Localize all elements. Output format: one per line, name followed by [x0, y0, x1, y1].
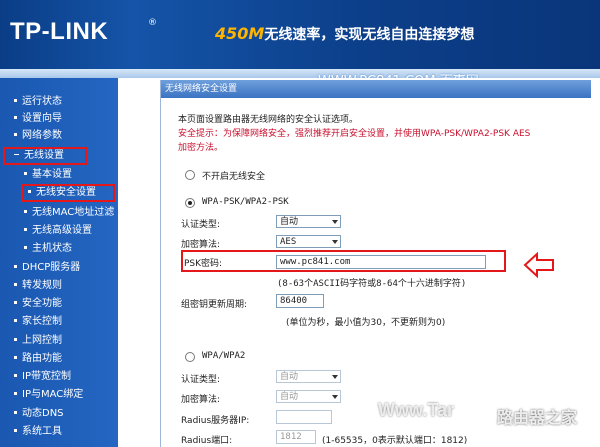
- tp-link-logo: TP-LINK: [10, 18, 109, 45]
- sidebar-item-access-control[interactable]: 上网控制: [0, 333, 118, 349]
- rekey-input[interactable]: 86400: [276, 294, 324, 308]
- auth-type-label: 认证类型:: [181, 220, 221, 230]
- chevron-down-icon: [332, 240, 338, 244]
- sidebar-item-routing[interactable]: 路由功能: [0, 351, 118, 367]
- sidebar-item-bandwidth[interactable]: IP带宽控制: [0, 369, 118, 385]
- bullet-icon: [14, 391, 17, 395]
- sidebar-item-parental[interactable]: 家长控制: [0, 314, 118, 330]
- wpa-auth-select[interactable]: 自动: [276, 370, 341, 383]
- sidebar-item-ddns[interactable]: 动态DNS: [0, 406, 118, 422]
- sidebar-item-wireless-security[interactable]: 无线安全设置: [21, 184, 115, 202]
- bullet-icon: [24, 171, 27, 175]
- bullet-icon: [14, 428, 17, 432]
- sidebar-item-wizard[interactable]: 设置向导: [0, 111, 118, 127]
- registered-mark: ®: [148, 18, 157, 28]
- security-warning: 安全提示：为保障网络安全，强烈推荐开启安全设置，并使用WPA-PSK/WPA2-…: [178, 129, 531, 139]
- radius-port-hint: (1-65535，0表示默认端口：1812): [322, 436, 468, 446]
- radio-no-security-label: 不开启无线安全: [202, 172, 266, 182]
- auth-type-select[interactable]: 自动: [276, 215, 341, 228]
- banner-speed: 450M: [215, 24, 265, 43]
- sidebar-item-wireless-mac-filter[interactable]: 无线MAC地址过滤: [0, 205, 118, 221]
- banner-text: 无线速率，实现无线自由连接梦想: [264, 27, 475, 43]
- sidebar-item-forwarding[interactable]: 转发规则: [0, 278, 118, 294]
- intro-text: 本页面设置路由器无线网络的安全认证选项。: [178, 115, 359, 125]
- psk-label: PSK密码:: [184, 259, 223, 269]
- header-stripe: [0, 69, 600, 78]
- arrow-left-icon: [523, 252, 554, 278]
- radius-port-input[interactable]: 1812: [276, 430, 316, 444]
- encryption-label: 加密算法:: [181, 240, 221, 250]
- sidebar-item-wireless[interactable]: 无线设置: [3, 147, 87, 165]
- bullet-icon: [14, 98, 17, 102]
- security-warning-cont: 加密方法。: [178, 143, 224, 153]
- bullet-icon: [14, 410, 17, 414]
- chevron-down-icon: [332, 395, 338, 399]
- bullet-icon: [14, 373, 17, 377]
- sidebar-item-status[interactable]: 运行状态: [0, 94, 118, 110]
- bullet-icon: [14, 282, 17, 286]
- rekey-hint: (单位为秒，最小值为30，不更新则为0): [286, 318, 446, 328]
- sidebar-item-ip-mac-binding[interactable]: IP与MAC绑定: [0, 387, 118, 403]
- page-title: 无线网络安全设置: [161, 80, 591, 98]
- bullet-icon: [14, 337, 17, 341]
- encryption-select[interactable]: AES: [276, 235, 341, 248]
- chevron-down-icon: [332, 375, 338, 379]
- watermark-bottom-cn: 路由器之家: [497, 408, 578, 427]
- radius-port-label: Radius端口:: [181, 436, 233, 446]
- header-slogan: 450M无线速率，实现无线自由连接梦想: [205, 22, 484, 46]
- sidebar-item-security[interactable]: 安全功能: [0, 296, 118, 312]
- radio-wpa[interactable]: [185, 352, 195, 362]
- radio-wpa-label: WPA/WPA2: [202, 351, 246, 361]
- bullet-icon: [14, 300, 17, 304]
- sidebar-item-network[interactable]: 网络参数: [0, 128, 118, 144]
- bullet-icon: [24, 245, 27, 249]
- wpa-enc-label: 加密算法:: [181, 395, 221, 405]
- sidebar-item-host-status[interactable]: 主机状态: [0, 241, 118, 257]
- bullet-icon: [14, 264, 17, 268]
- bullet-icon: [14, 115, 17, 119]
- sidebar-item-dhcp[interactable]: DHCP服务器: [0, 260, 118, 276]
- bullet-icon: [24, 209, 27, 213]
- bullet-icon: [28, 189, 31, 193]
- wpa-auth-label: 认证类型:: [181, 375, 221, 385]
- psk-hint: (8-63个ASCII码字符或8-64个十六进制字符): [277, 279, 467, 289]
- watermark-bottom: Www.Tar: [378, 400, 454, 420]
- bullet-icon: [14, 355, 17, 359]
- header-banner: TP-LINK ® 450M无线速率，实现无线自由连接梦想 WWW.PC841.…: [0, 0, 600, 78]
- sidebar-item-wireless-basic[interactable]: 基本设置: [0, 167, 118, 183]
- site-watermark: WWW.PC841.COM 百事网: [318, 70, 479, 78]
- wpa-enc-select[interactable]: 自动: [276, 390, 341, 403]
- sidebar-item-wireless-advanced[interactable]: 无线高级设置: [0, 223, 118, 239]
- bullet-icon: [24, 227, 27, 231]
- chevron-down-icon: [332, 220, 338, 224]
- sidebar-nav: 运行状态 设置向导 网络参数 无线设置 基本设置 无线安全设置 无线MAC地址过…: [0, 78, 118, 447]
- radio-no-security[interactable]: [185, 170, 195, 180]
- bullet-icon: [14, 132, 17, 136]
- radio-wpa-psk[interactable]: [185, 198, 195, 208]
- sidebar-item-system-tools[interactable]: 系统工具: [0, 424, 118, 440]
- psk-password-input[interactable]: www.pc841.com: [276, 255, 486, 269]
- radio-wpa-psk-label: WPA-PSK/WPA2-PSK: [202, 197, 289, 207]
- bullet-icon: [14, 318, 17, 322]
- radius-ip-label: Radius服务器IP:: [181, 416, 250, 426]
- minus-icon: [14, 153, 19, 155]
- radius-ip-input[interactable]: [276, 410, 332, 424]
- rekey-label: 组密钥更新周期:: [181, 300, 248, 310]
